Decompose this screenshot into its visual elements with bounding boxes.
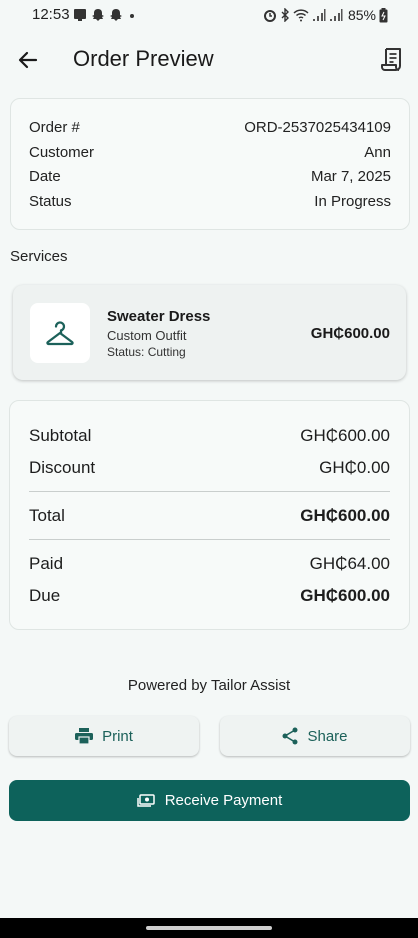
status-bar: 12:53 85% [0, 0, 418, 32]
signal-icon [312, 9, 326, 21]
arrow-left-icon [18, 51, 38, 69]
receive-payment-button[interactable]: Receive Payment [9, 780, 410, 821]
receipt-icon [381, 48, 401, 71]
app-bar: Order Preview [0, 36, 418, 84]
order-number-row: Order # ORD-2537025434109 [29, 119, 391, 141]
share-label: Share [307, 727, 348, 745]
home-indicator[interactable] [146, 926, 272, 930]
print-button[interactable]: Print [9, 716, 199, 756]
service-status: Status: Cutting [107, 345, 186, 359]
services-section-label: Services [10, 248, 68, 265]
print-label: Print [102, 727, 133, 745]
customer-value: Ann [364, 144, 391, 161]
discount-label: Discount [29, 458, 96, 477]
discount-row: Discount GH₵0.00 [29, 458, 390, 482]
printer-icon [75, 728, 94, 744]
date-row: Date Mar 7, 2025 [29, 168, 391, 190]
powered-by-text: Powered by Tailor Assist [127, 677, 291, 694]
paid-label: Paid [29, 554, 64, 573]
service-price: GH₵600.00 [310, 325, 390, 342]
due-row: Due GH₵600.00 [29, 586, 390, 610]
status-label: Status [29, 193, 72, 210]
receipt-button[interactable] [380, 46, 406, 74]
message-icon [74, 9, 86, 21]
order-number-label: Order # [29, 119, 80, 136]
service-item-card[interactable]: Sweater Dress Custom Outfit Status: Cutt… [13, 285, 406, 380]
dot-icon [130, 14, 134, 18]
total-label: Total [29, 506, 65, 525]
total-row: Total GH₵600.00 [29, 506, 390, 530]
bluetooth-icon [281, 8, 289, 22]
total-value: GH₵600.00 [300, 506, 390, 525]
alarm-icon [263, 10, 276, 22]
share-icon [282, 727, 298, 745]
divider [29, 539, 390, 540]
status-value: In Progress [314, 193, 391, 210]
customer-row: Customer Ann [29, 144, 391, 166]
service-name: Sweater Dress [107, 308, 211, 325]
order-number-value: ORD-2537025434109 [244, 119, 391, 136]
status-time: 12:53 [32, 6, 70, 23]
hanger-icon [46, 321, 74, 346]
divider [29, 491, 390, 492]
payment-icon [136, 793, 155, 807]
system-icons: 85% [263, 7, 388, 23]
subtotal-row: Subtotal GH₵600.00 [29, 426, 390, 450]
share-button[interactable]: Share [220, 716, 410, 756]
signal-icon [329, 9, 343, 21]
snapchat-icon [92, 9, 104, 21]
navigation-bar [0, 918, 418, 938]
order-info-card: Order # ORD-2537025434109 Customer Ann D… [10, 98, 410, 230]
customer-label: Customer [29, 144, 95, 161]
totals-card: Subtotal GH₵600.00 Discount GH₵0.00 Tota… [9, 400, 410, 630]
status-row: Status In Progress [29, 193, 391, 215]
service-icon-box [30, 303, 90, 363]
subtotal-label: Subtotal [29, 426, 92, 445]
receive-payment-label: Receive Payment [164, 792, 283, 809]
battery-icon [379, 7, 388, 22]
notification-icons [73, 8, 137, 22]
snapchat-icon [110, 9, 122, 21]
subtotal-value: GH₵600.00 [300, 426, 390, 445]
due-value: GH₵600.00 [300, 586, 390, 605]
date-label: Date [29, 168, 61, 185]
paid-row: Paid GH₵64.00 [29, 554, 390, 578]
service-category: Custom Outfit [107, 328, 187, 343]
back-button[interactable] [14, 46, 42, 74]
paid-value: GH₵64.00 [309, 554, 390, 573]
page-title: Order Preview [73, 46, 214, 71]
battery-percent: 85% [347, 7, 376, 23]
due-label: Due [29, 586, 61, 605]
discount-value: GH₵0.00 [319, 458, 390, 477]
date-value: Mar 7, 2025 [310, 168, 391, 185]
wifi-icon [293, 9, 309, 22]
